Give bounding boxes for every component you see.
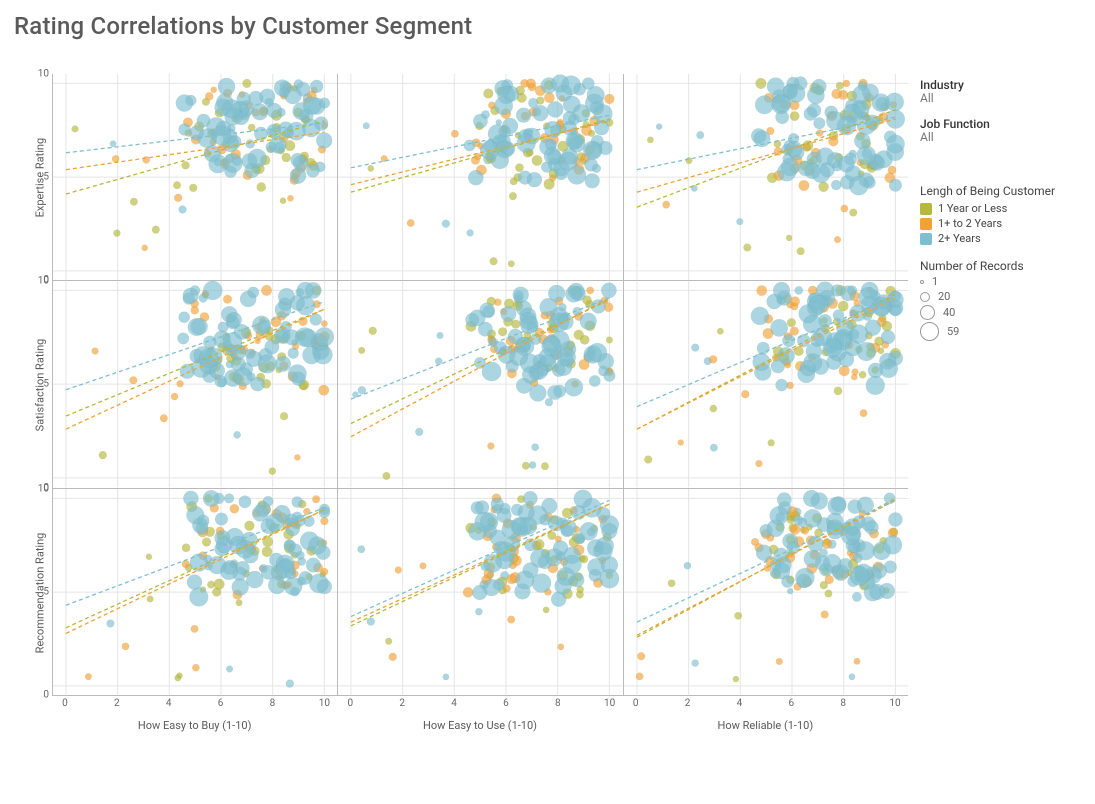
size-legend-label: 20: [938, 290, 950, 303]
circle-icon: [920, 292, 930, 302]
size-legend[interactable]: 1 20 40 59: [920, 275, 1085, 341]
sidebar: Industry All Job Function All Lengh of B…: [920, 78, 1085, 343]
legend-label: 1 Year or Less: [938, 202, 1007, 215]
panel-satisfaction-buy[interactable]: 1050: [52, 281, 337, 488]
panel-recommendation-use[interactable]: [337, 489, 622, 696]
size-legend-label: 1: [932, 275, 938, 288]
xticks-reliable: 0246810: [623, 696, 908, 716]
panel-expertise-buy[interactable]: 1050: [52, 74, 337, 281]
filter-job-function-label: Job Function: [920, 117, 1085, 131]
filter-job-function[interactable]: Job Function All: [920, 117, 1085, 144]
legend-item-1to2yr[interactable]: 1+ to 2 Years: [920, 217, 1085, 230]
size-legend-row: 20: [920, 290, 1085, 303]
legend-label: 1+ to 2 Years: [938, 217, 1002, 230]
circle-icon: [920, 280, 924, 284]
xlabel-use: How Easy to Use (1-10): [337, 716, 622, 734]
color-legend[interactable]: 1 Year or Less 1+ to 2 Years 2+ Years: [920, 202, 1085, 245]
swatch-icon: [920, 203, 932, 215]
panel-satisfaction-use[interactable]: [337, 281, 622, 488]
small-multiples-grid: Expertise Rating 1050 Satisfaction Ratin…: [28, 74, 908, 734]
panel-recommendation-reliable[interactable]: [623, 489, 908, 696]
size-legend-label: 59: [947, 325, 959, 338]
legend-label: 2+ Years: [938, 232, 981, 245]
circle-icon: [920, 322, 939, 341]
swatch-icon: [920, 218, 932, 230]
filter-job-function-value: All: [920, 130, 1085, 144]
panel-expertise-reliable[interactable]: [623, 74, 908, 281]
panel-expertise-use[interactable]: [337, 74, 622, 281]
size-legend-title: Number of Records: [920, 259, 1085, 273]
filter-industry-value: All: [920, 91, 1085, 105]
page-title: Rating Correlations by Customer Segment: [0, 0, 1095, 48]
xlabel-reliable: How Reliable (1-10): [623, 716, 908, 734]
xticks-buy: 0246810: [52, 696, 337, 716]
circle-icon: [920, 305, 935, 320]
legend-item-2plus[interactable]: 2+ Years: [920, 232, 1085, 245]
xticks-use: 0246810: [337, 696, 622, 716]
filter-industry-label: Industry: [920, 78, 1085, 92]
legend-item-1yr[interactable]: 1 Year or Less: [920, 202, 1085, 215]
panel-satisfaction-reliable[interactable]: [623, 281, 908, 488]
filter-industry[interactable]: Industry All: [920, 78, 1085, 105]
color-legend-title: Lengh of Being Customer: [920, 184, 1085, 198]
xlabel-buy: How Easy to Buy (1-10): [52, 716, 337, 734]
size-legend-label: 40: [943, 306, 955, 319]
size-legend-row: 1: [920, 275, 1085, 288]
size-legend-row: 40: [920, 305, 1085, 320]
panel-recommendation-buy[interactable]: 1050: [52, 489, 337, 696]
size-legend-row: 59: [920, 322, 1085, 341]
swatch-icon: [920, 233, 932, 245]
